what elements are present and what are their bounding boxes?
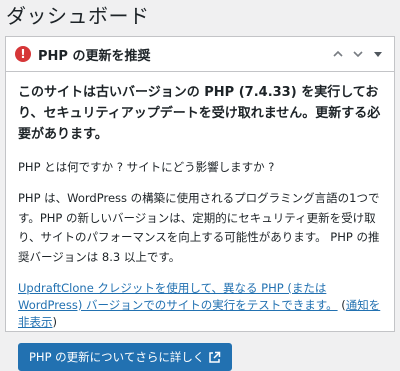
outdated-php-message: このサイトは古いバージョンの PHP (7.4.33) を実行しており、セキュリ… bbox=[18, 85, 381, 142]
paren-open: ( bbox=[337, 298, 346, 312]
chevron-down-icon[interactable] bbox=[348, 44, 368, 64]
widget-title: PHP の更新を推奨 bbox=[38, 48, 151, 64]
php-description: PHP は、WordPress の構築に使用されるプログラミング言語の1つです。… bbox=[18, 191, 380, 264]
exclamation-circle-icon: ! bbox=[15, 46, 31, 62]
page-title: ダッシュボード bbox=[6, 4, 150, 28]
paren-close: ) bbox=[52, 315, 58, 329]
widget-header: ! PHP の更新を推奨 bbox=[6, 37, 394, 72]
test-php-link[interactable]: UpdraftClone クレジットを使用して、異なる PHP (または Wor… bbox=[18, 281, 338, 312]
triangle-down-icon[interactable] bbox=[368, 44, 388, 64]
php-nag-widget: ! PHP の更新を推奨 このサイトは古いバージョンの PHP (7.4.33)… bbox=[5, 36, 395, 371]
php-question: PHP とは何ですか ? サイトにどう影響しますか ? bbox=[18, 160, 275, 174]
learn-more-label: PHP の更新についてさらに詳しく bbox=[29, 350, 205, 364]
php-links: UpdraftClone クレジットを使用して、異なる PHP (または Wor… bbox=[18, 280, 382, 331]
external-link-icon bbox=[208, 351, 221, 364]
chevron-up-icon[interactable] bbox=[328, 44, 348, 64]
widget-body: このサイトは古いバージョンの PHP (7.4.33) を実行しており、セキュリ… bbox=[6, 72, 394, 371]
widget-header-actions bbox=[328, 44, 388, 64]
learn-more-button[interactable]: PHP の更新についてさらに詳しく bbox=[18, 343, 233, 371]
